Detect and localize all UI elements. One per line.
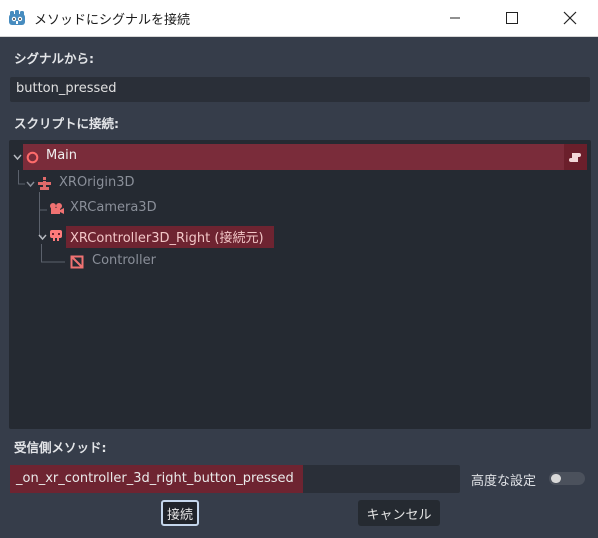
tree-item-label: XRController3D_Right (接続元) (70, 231, 264, 246)
title-bar: メソッドにシグナルを接続 (0, 0, 598, 37)
signal-value: button_pressed (16, 81, 117, 96)
toggle-knob (551, 474, 561, 483)
signal-label: シグナルから: (14, 51, 94, 66)
receiver-label: 受信側メソッド: (14, 440, 107, 455)
window-title: メソッドにシグナルを接続 (34, 13, 191, 28)
minimize-icon (450, 17, 460, 19)
cancel-button[interactable]: キャンセル (358, 500, 440, 526)
script-label: スクリプトに接続: (14, 116, 119, 131)
mesh-instance-icon (70, 255, 84, 269)
close-icon (563, 11, 577, 25)
tree-item-label: XRCamera3D (70, 200, 157, 215)
maximize-icon (506, 12, 518, 24)
method-value: _on_xr_controller_3d_right_button_presse… (16, 471, 294, 486)
advanced-label: 高度な設定 (471, 474, 537, 489)
camera-icon (50, 203, 64, 214)
method-field[interactable]: _on_xr_controller_3d_right_button_presse… (10, 465, 460, 493)
minimize-button[interactable] (432, 0, 478, 36)
maximize-button[interactable] (489, 0, 535, 36)
tree-item-label: Controller (92, 253, 156, 268)
connect-button[interactable]: 接続 (161, 500, 199, 526)
godot-app-icon (9, 10, 25, 25)
signal-field[interactable]: button_pressed (10, 77, 590, 102)
chevron-down-icon[interactable] (26, 180, 35, 189)
xr-origin-icon (38, 177, 51, 190)
script-icon[interactable] (564, 144, 587, 170)
dialog-body: シグナルから: button_pressed スクリプトに接続: Main XR… (0, 37, 598, 538)
advanced-toggle[interactable] (549, 472, 585, 485)
tree-item-label: XROrigin3D (59, 175, 135, 190)
chevron-down-icon[interactable] (38, 233, 47, 242)
scene-tree[interactable]: Main XROrigin3D XRCamera3D XRController3… (9, 140, 591, 429)
close-button[interactable] (547, 0, 593, 36)
xr-controller-icon (50, 230, 62, 241)
